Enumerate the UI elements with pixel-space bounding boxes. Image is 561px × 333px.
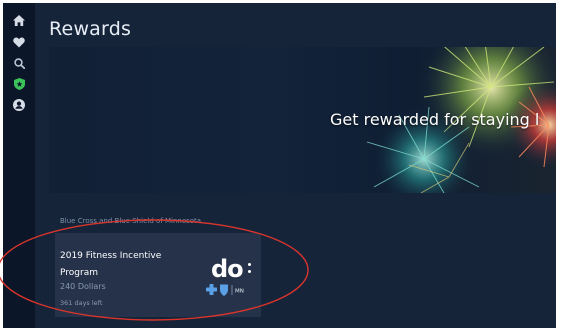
section-label: Blue Cross and Blue Shield of Minnesota	[60, 217, 202, 225]
mn-badge-text: MN	[235, 289, 244, 295]
card-title: 2019 Fitness Incentive Program	[60, 251, 162, 278]
hero-banner: Get rewarded for staying l	[49, 47, 556, 193]
do-logo: do	[211, 255, 244, 283]
page-title: Rewards	[49, 18, 132, 40]
card-points: 240 Dollars	[60, 282, 106, 291]
reward-card[interactable]: 2019 Fitness Incentive Program 240 Dolla…	[55, 233, 261, 317]
bcbs-logo-icon: MN	[206, 284, 244, 296]
profile-icon	[13, 99, 25, 111]
sidebar-nav	[3, 3, 35, 328]
home-icon	[13, 14, 25, 26]
sidebar-item-favorites[interactable]	[3, 32, 35, 52]
sidebar-item-home[interactable]	[3, 10, 35, 30]
do-logo-colon	[248, 261, 251, 275]
card-days-left: 361 days left	[60, 299, 103, 307]
sidebar-item-rewards[interactable]	[3, 74, 35, 94]
hero-headline: Get rewarded for staying l	[330, 110, 540, 129]
shield-icon	[13, 78, 25, 90]
search-icon	[13, 57, 25, 69]
sidebar-item-profile[interactable]	[3, 95, 35, 115]
rewards-screen: Rewards Get rewarded for staying l Blue …	[3, 3, 556, 328]
sidebar-item-search[interactable]	[3, 53, 35, 73]
heart-icon	[13, 37, 25, 47]
